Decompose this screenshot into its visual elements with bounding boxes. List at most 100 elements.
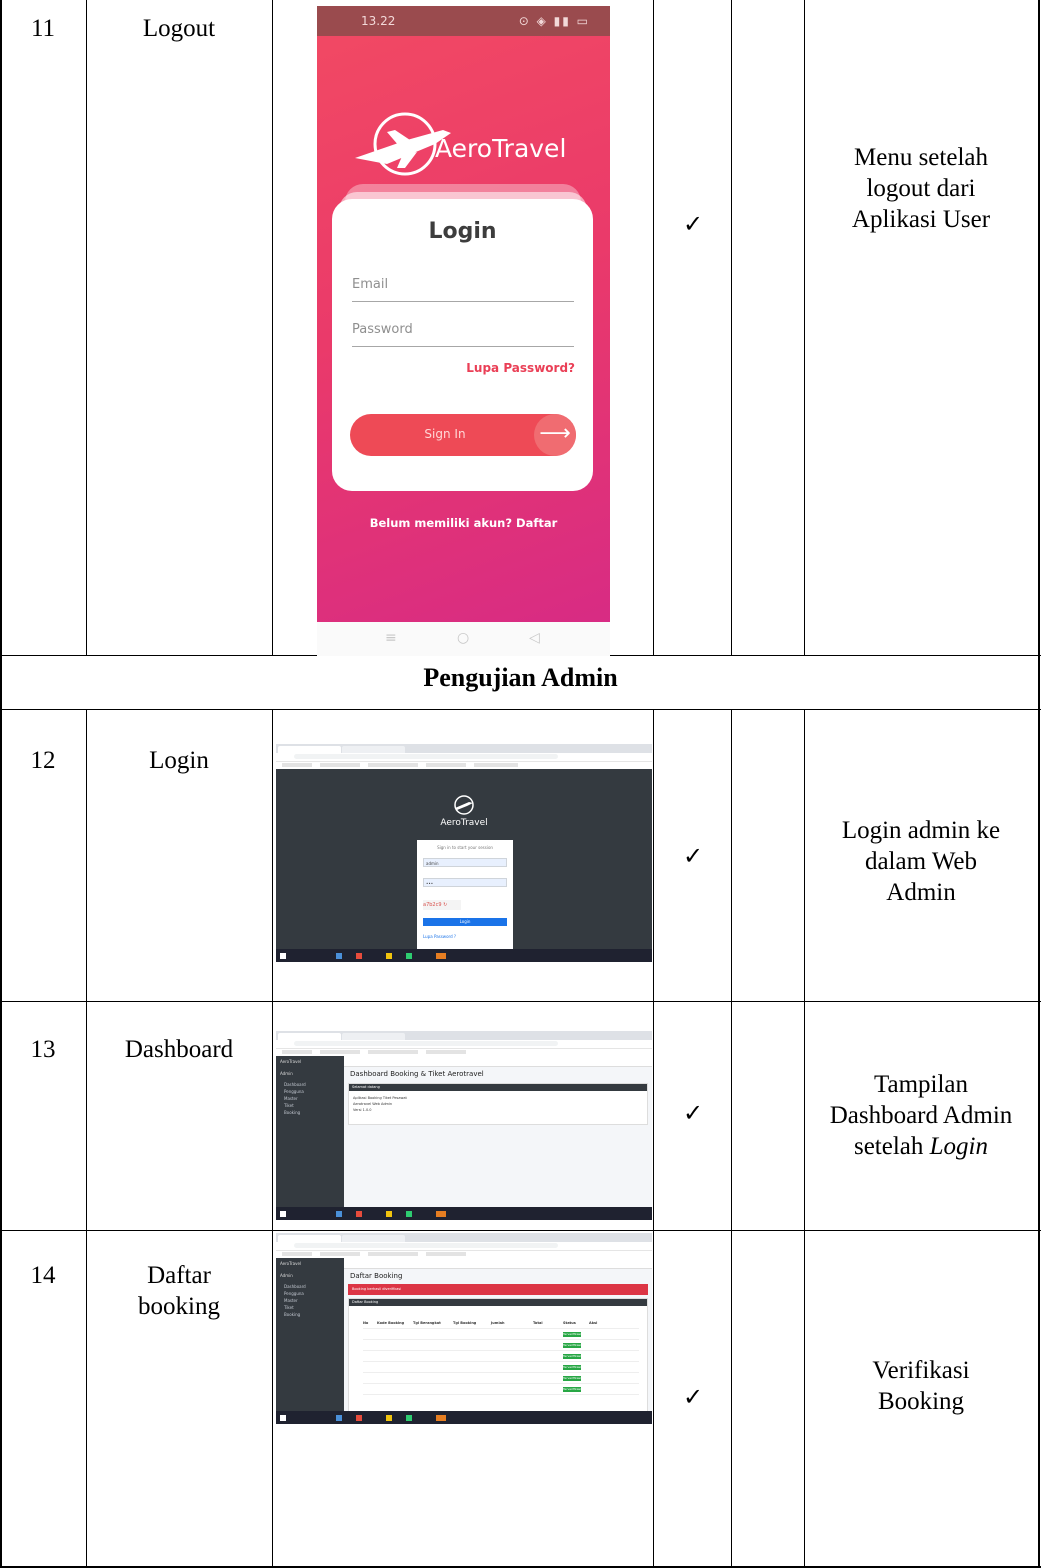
desc-line: Booking bbox=[877, 1388, 965, 1415]
card-line: Aerotravel Web Admin bbox=[353, 1102, 393, 1106]
table-row[interactable]: Terverifikasi bbox=[363, 1374, 639, 1384]
table-row[interactable]: Terverifikasi bbox=[363, 1330, 639, 1340]
table-divider bbox=[804, 0, 805, 655]
taskbar-app-icon[interactable] bbox=[386, 1415, 392, 1421]
desc-line: setelah Login bbox=[804, 1131, 1038, 1162]
column-header: No bbox=[363, 1321, 369, 1325]
table-row[interactable]: Terverifikasi bbox=[363, 1341, 639, 1351]
bookmark bbox=[320, 1252, 360, 1256]
password-input[interactable]: ••• bbox=[423, 878, 507, 887]
taskbar-app-icon[interactable] bbox=[406, 1211, 412, 1217]
start-icon[interactable] bbox=[280, 1415, 286, 1421]
name-line: booking bbox=[138, 1293, 220, 1320]
password-field[interactable]: Password bbox=[352, 322, 574, 347]
page-title: Dashboard Booking & Tiket Aerotravel bbox=[350, 1070, 484, 1078]
bookmarks-bar bbox=[276, 1049, 652, 1056]
taskbar-app-icon[interactable] bbox=[356, 1415, 362, 1421]
login-button[interactable]: Login bbox=[423, 918, 507, 926]
sidebar-item-master[interactable]: Master bbox=[284, 1096, 298, 1101]
taskbar-app-icon[interactable] bbox=[386, 953, 392, 959]
taskbar-app-icon[interactable] bbox=[356, 1211, 362, 1217]
check-mark: ✓ bbox=[683, 1383, 704, 1411]
web-login-box: Sign in to start your session admin ••• … bbox=[417, 840, 513, 952]
start-icon[interactable] bbox=[280, 1211, 286, 1217]
status-icons: ⊙ ◈ ▮▮ ▭ bbox=[518, 14, 590, 28]
login-title: Login bbox=[428, 219, 497, 244]
sign-in-button[interactable]: Sign In ⟶ bbox=[350, 414, 576, 456]
taskbar-app-icon[interactable] bbox=[336, 1415, 342, 1421]
sidebar-item-pengguna[interactable]: Pengguna bbox=[284, 1291, 304, 1296]
sidebar-item-master[interactable]: Master bbox=[284, 1298, 298, 1303]
username-input[interactable]: admin bbox=[423, 858, 507, 867]
sidebar-item-booking[interactable]: Booking bbox=[284, 1312, 300, 1317]
email-field[interactable]: Email bbox=[352, 277, 574, 302]
web-dashboard-screenshot: AeroTravel Admin Dashboard Pengguna Mast… bbox=[276, 1031, 652, 1220]
row-divider bbox=[0, 1001, 1041, 1002]
address-bar bbox=[276, 1242, 652, 1251]
status-bar: 13.22 ⊙ ◈ ▮▮ ▭ bbox=[317, 6, 610, 36]
windows-taskbar bbox=[276, 949, 652, 962]
browser-tabs bbox=[276, 1031, 652, 1040]
sidebar-brand[interactable]: AeroTravel bbox=[280, 1059, 301, 1064]
bookmark bbox=[368, 1050, 418, 1054]
mobile-login-screenshot: 13.22 ⊙ ◈ ▮▮ ▭ AeroTravel Login Email Pa… bbox=[317, 6, 610, 656]
section-title: Pengujian Admin bbox=[423, 663, 618, 692]
sidebar-item-pengguna[interactable]: Pengguna bbox=[284, 1089, 304, 1094]
taskbar-app-icon[interactable] bbox=[406, 1415, 412, 1421]
sidebar-item-booking[interactable]: Booking bbox=[284, 1110, 300, 1115]
address-bar bbox=[276, 1040, 652, 1049]
sidebar-brand[interactable]: AeroTravel bbox=[280, 1261, 301, 1266]
home-icon[interactable]: ○ bbox=[457, 630, 469, 646]
taskbar-app-icon[interactable] bbox=[436, 1211, 446, 1217]
taskbar-app-icon[interactable] bbox=[406, 953, 412, 959]
forgot-password-link[interactable]: Lupa Password? bbox=[466, 361, 575, 375]
taskbar-app-icon[interactable] bbox=[336, 1211, 342, 1217]
taskbar-app-icon[interactable] bbox=[336, 953, 342, 959]
desc-line: Verifikasi bbox=[872, 1357, 970, 1384]
register-link[interactable]: Belum memiliki akun? Daftar bbox=[317, 516, 610, 530]
captcha-image: a7b2c9 ↻ bbox=[423, 900, 461, 910]
card-header: Daftar Booking bbox=[349, 1299, 647, 1306]
sidebar-item-dashboard[interactable]: Dashboard bbox=[284, 1082, 306, 1087]
desc-line: Login admin ke bbox=[841, 817, 1001, 844]
column-header: Jumlah bbox=[491, 1321, 505, 1325]
taskbar-app-icon[interactable] bbox=[386, 1211, 392, 1217]
url-field bbox=[294, 754, 558, 759]
status-badge: Terverifikasi bbox=[563, 1343, 581, 1348]
test-name: Daftar booking bbox=[86, 1260, 272, 1322]
taskbar-app-icon[interactable] bbox=[356, 953, 362, 959]
web-login-screenshot: AeroTravel Sign in to start your session… bbox=[276, 744, 652, 962]
desc-italic: Login bbox=[929, 1133, 989, 1160]
bookmark bbox=[282, 1050, 312, 1054]
browser-tabs bbox=[276, 744, 652, 753]
forgot-password-link[interactable]: Lupa Password ? bbox=[423, 934, 456, 939]
address-bar bbox=[276, 753, 652, 762]
start-icon[interactable] bbox=[280, 953, 286, 959]
browser-tab bbox=[278, 1033, 341, 1040]
admin-sidebar: AeroTravel Admin Dashboard Pengguna Mast… bbox=[276, 1258, 344, 1411]
table-row[interactable]: Terverifikasi bbox=[363, 1352, 639, 1362]
browser-tab bbox=[342, 1235, 405, 1242]
table-row[interactable]: Terverifikasi bbox=[363, 1385, 639, 1395]
sidebar-item-tiket[interactable]: Tiket bbox=[284, 1103, 294, 1108]
login-card: Login Email Password Lupa Password? Sign… bbox=[332, 199, 593, 491]
test-name: Dashboard bbox=[124, 1036, 234, 1063]
taskbar-app-icon[interactable] bbox=[436, 953, 446, 959]
row-number: 13 bbox=[30, 1036, 56, 1063]
back-icon[interactable]: ◁ bbox=[529, 630, 540, 646]
desc-line: Admin bbox=[886, 879, 956, 906]
status-badge: Terverifikasi bbox=[563, 1332, 581, 1337]
browser-tab bbox=[342, 746, 405, 753]
browser-tab bbox=[278, 746, 341, 753]
sign-in-label: Sign In bbox=[424, 427, 466, 441]
sidebar-item-tiket[interactable]: Tiket bbox=[284, 1305, 294, 1310]
taskbar-app-icon[interactable] bbox=[436, 1415, 446, 1421]
url-field bbox=[294, 1243, 558, 1248]
table-row[interactable]: Terverifikasi bbox=[363, 1363, 639, 1373]
sidebar-item-dashboard[interactable]: Dashboard bbox=[284, 1284, 306, 1289]
browser-tabs bbox=[276, 1233, 652, 1242]
menu-icon[interactable]: ≡ bbox=[385, 630, 397, 646]
alert-text: Booking berhasil diverifikasi bbox=[352, 1287, 402, 1291]
web-booking-screenshot: AeroTravel Admin Dashboard Pengguna Mast… bbox=[276, 1233, 652, 1424]
row-number: 14 bbox=[30, 1262, 56, 1289]
